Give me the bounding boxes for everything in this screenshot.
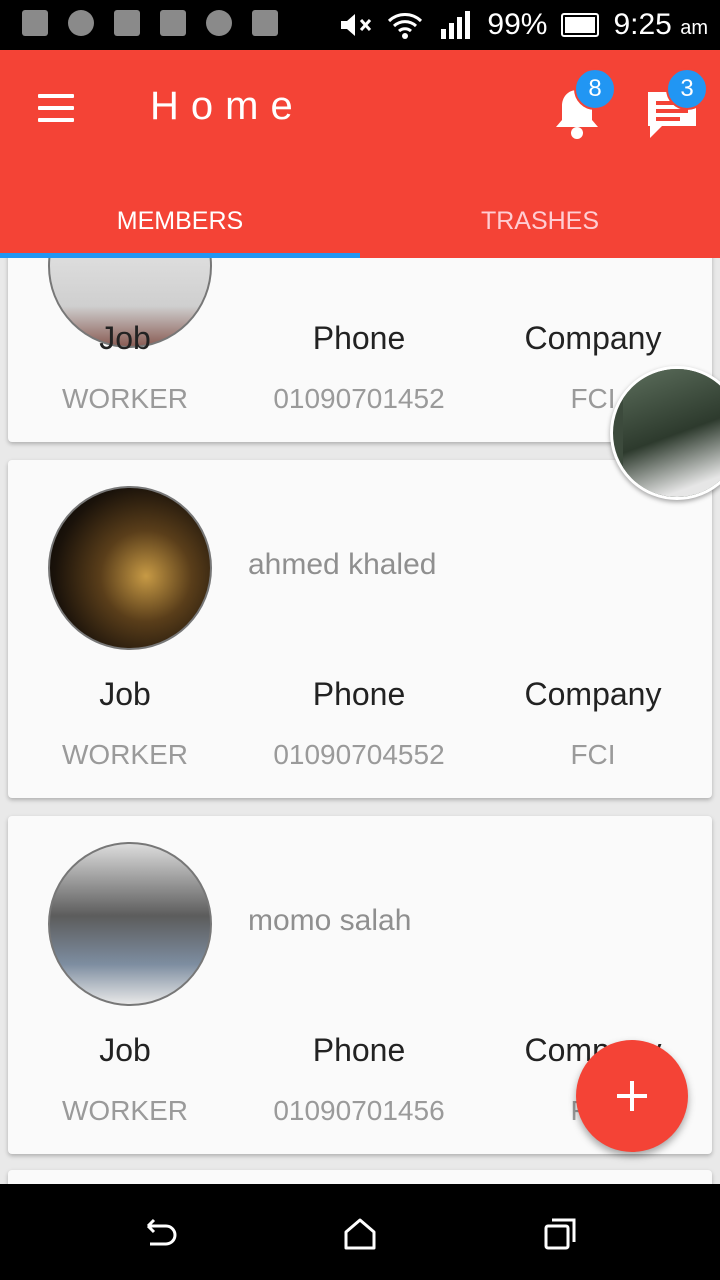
menu-icon[interactable] [38,94,74,122]
mute-icon [341,14,372,36]
clock-time: 9:25 [613,8,672,41]
add-box-icon [22,10,48,36]
member-card[interactable] [8,1170,712,1184]
company-label: Company [524,320,662,356]
back-icon[interactable] [140,1214,180,1254]
battery-icon [561,13,600,37]
status-right: 99% 9:25 am [339,8,708,42]
job-value: WORKER [62,1095,188,1126]
signal-icon [441,11,471,39]
job-label: Job [99,1032,151,1068]
status-left-icons [22,10,278,36]
gmail-icon [252,10,278,36]
phone-value: 01090704552 [273,739,445,770]
facebook-icon [114,10,140,36]
avatar [48,486,212,650]
company-label: Company [524,676,662,712]
phone-value: 01090701452 [273,383,445,414]
tab-members[interactable]: MEMBERS [0,184,360,258]
job-value: WORKER [62,739,188,770]
recents-icon[interactable] [540,1214,580,1254]
home-icon[interactable] [340,1214,380,1254]
wifi-icon [388,13,423,39]
floating-avatar[interactable] [610,366,720,500]
member-name: momo salah [248,904,412,937]
battery-percent: 99% [487,8,548,41]
member-card[interactable]: Job WORKER Phone 01090701452 Company FCI [8,258,712,442]
tab-bar: MEMBERS TRASHES [0,184,720,258]
job-label: Job [99,676,151,712]
member-name: ahmed khaled [248,548,437,581]
shield-icon [68,10,94,36]
tab-trashes[interactable]: TRASHES [360,184,720,258]
messages-badge: 3 [666,68,708,110]
system-nav-bar [0,1184,720,1280]
status-bar: 99% 9:25 am [0,0,720,50]
notifications-badge: 8 [574,68,616,110]
job-value: WORKER [62,383,188,414]
notifications-button[interactable]: 8 [548,68,616,140]
clock-ampm: am [680,17,708,39]
avatar [48,842,212,1006]
add-member-button[interactable] [576,1040,688,1152]
member-card[interactable]: ahmed khaled Job WORKER Phone 0109070455… [8,460,712,798]
phone-label: Phone [312,320,406,356]
cat-icon [206,10,232,36]
phone-label: Phone [312,1032,406,1068]
phone-value: 01090701456 [273,1095,445,1126]
page-title: Home [150,84,305,128]
messages-button[interactable]: 3 [640,68,708,140]
plus-icon [617,1081,647,1111]
company-value: FCI [570,739,616,770]
youtube-icon [160,10,186,36]
phone-label: Phone [312,676,406,712]
app-bar: Home 8 3 MEMBERS TRASHES [0,50,720,258]
job-label: Job [99,320,151,356]
